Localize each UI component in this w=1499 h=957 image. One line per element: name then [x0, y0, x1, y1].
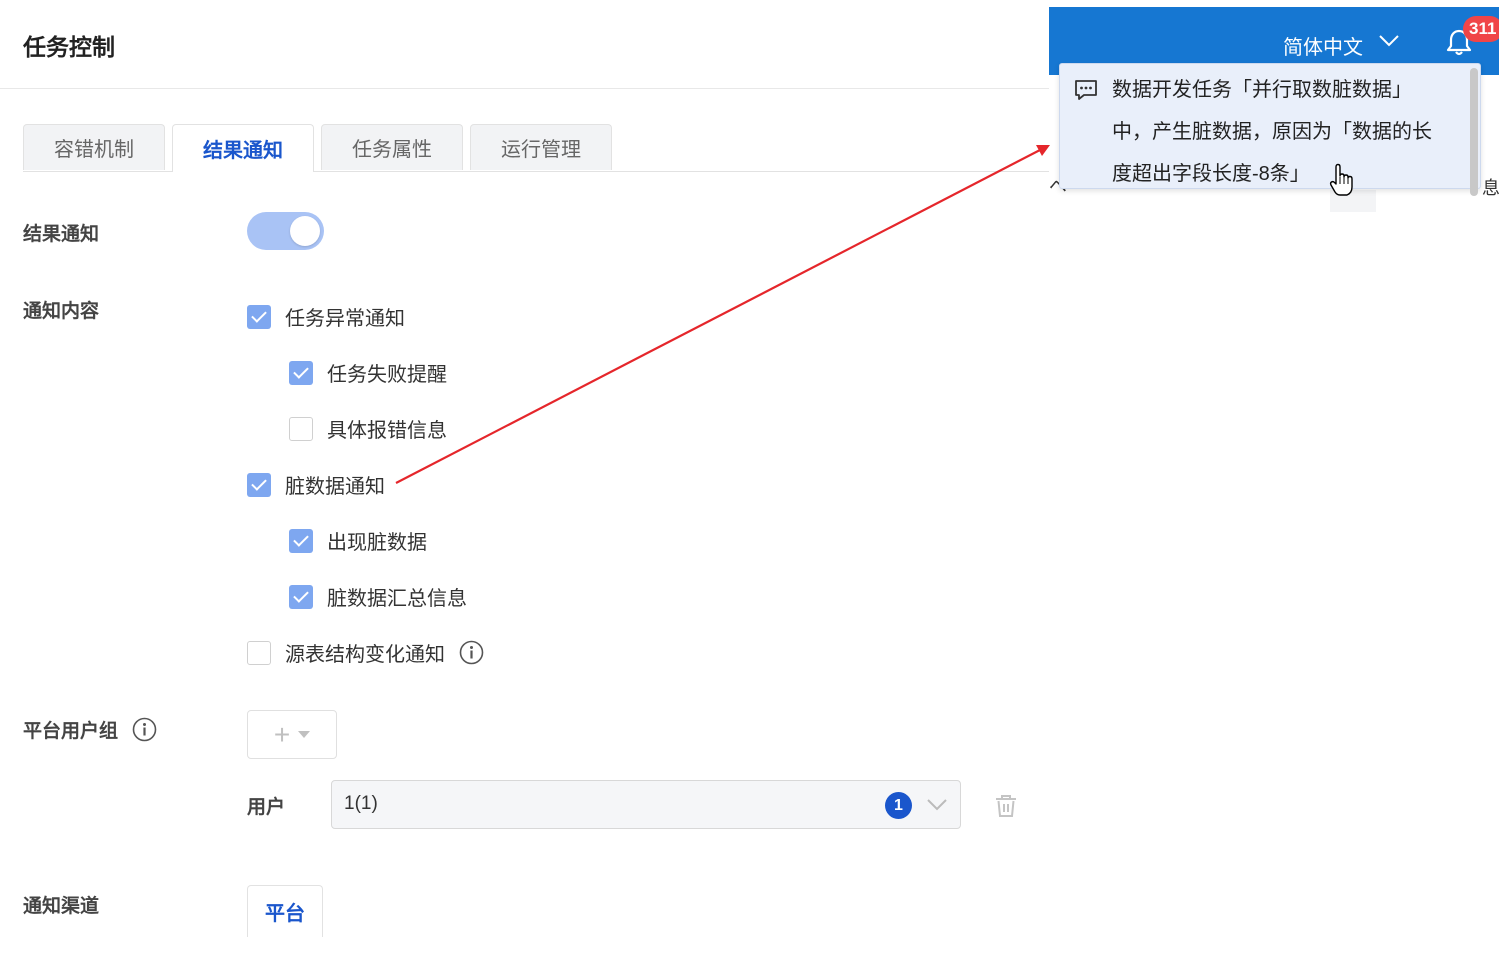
notification-count-badge: 311	[1463, 16, 1499, 42]
user-select-value: 1(1)	[344, 793, 378, 814]
tab-run-management[interactable]: 运行管理	[470, 124, 612, 170]
scrollbar[interactable]	[1470, 68, 1478, 196]
option-label: 源表结构变化通知	[285, 644, 445, 666]
result-notify-label: 结果通知	[23, 224, 100, 245]
tab-task-properties[interactable]: 任务属性	[321, 124, 463, 170]
option-dirty-summary[interactable]: 脏数据汇总信息	[289, 582, 467, 611]
caret-down-icon	[298, 730, 311, 738]
background-text-fragment: 息	[1482, 178, 1499, 198]
notification-line: 度超出字段长度-8条」	[1112, 163, 1310, 185]
notification-line: 中，产生脏数据，原因为「数据的长	[1112, 121, 1432, 143]
tab-bar: 容错机制 结果通知 任务属性 运行管理	[23, 124, 1050, 172]
channel-label: 通知渠道	[23, 896, 100, 917]
user-group-row-label: 平台用户组	[23, 716, 157, 743]
user-count-badge: 1	[885, 792, 912, 819]
switch-knob	[290, 216, 320, 246]
option-task-failure[interactable]: 任务失败提醒	[289, 358, 447, 387]
channel-tab-platform[interactable]: 平台	[247, 885, 323, 937]
tab-fault-tolerance[interactable]: 容错机制	[23, 124, 165, 170]
checkbox-checked[interactable]	[289, 360, 313, 385]
option-label: 出现脏数据	[327, 532, 427, 554]
user-label: 用户	[247, 797, 286, 818]
plus-icon: +	[273, 718, 291, 750]
info-icon[interactable]	[459, 640, 484, 665]
option-label: 任务异常通知	[285, 308, 405, 330]
option-task-exception[interactable]: 任务异常通知	[247, 302, 405, 331]
checkbox-checked[interactable]	[289, 584, 313, 609]
checkbox-unchecked[interactable]	[289, 416, 313, 441]
option-dirty-data[interactable]: 脏数据通知	[247, 470, 385, 499]
hand-cursor-icon	[1329, 163, 1353, 196]
chevron-down-icon	[927, 799, 947, 811]
option-label: 任务失败提醒	[327, 364, 447, 386]
checkbox-checked[interactable]	[247, 472, 271, 497]
option-label: 具体报错信息	[327, 420, 447, 442]
option-label: 脏数据汇总信息	[327, 588, 467, 610]
result-notify-switch[interactable]	[247, 212, 324, 250]
chevron-down-icon[interactable]	[1379, 35, 1399, 47]
checkbox-checked[interactable]	[247, 304, 271, 329]
info-icon[interactable]	[132, 717, 157, 742]
language-selector[interactable]: 简体中文	[1283, 31, 1363, 60]
trash-icon[interactable]	[994, 794, 1018, 818]
checkbox-unchecked[interactable]	[247, 640, 271, 665]
option-dirty-occurrence[interactable]: 出现脏数据	[289, 526, 427, 555]
option-error-detail[interactable]: 具体报错信息	[289, 414, 447, 443]
notify-content-label: 通知内容	[23, 301, 100, 322]
option-schema-change[interactable]: 源表结构变化通知	[247, 638, 484, 667]
user-group-label: 平台用户组	[23, 721, 119, 742]
notification-item[interactable]: 数据开发任务「并行取数脏数据」 中，产生脏数据，原因为「数据的长 度超出字段长度…	[1059, 63, 1481, 196]
user-select[interactable]: 1(1) 1	[331, 780, 961, 829]
option-label: 脏数据通知	[285, 476, 385, 498]
notification-line: 数据开发任务「并行取数脏数据」	[1112, 79, 1412, 101]
title-divider	[0, 88, 1050, 89]
notification-text: 数据开发任务「并行取数脏数据」 中，产生脏数据，原因为「数据的长 度超出字段长度…	[1112, 69, 1462, 195]
add-user-group-button[interactable]: +	[247, 710, 337, 759]
message-icon	[1075, 80, 1097, 100]
tab-result-notify[interactable]: 结果通知	[172, 124, 314, 172]
checkbox-checked[interactable]	[289, 528, 313, 553]
page-title: 任务控制	[23, 34, 115, 60]
